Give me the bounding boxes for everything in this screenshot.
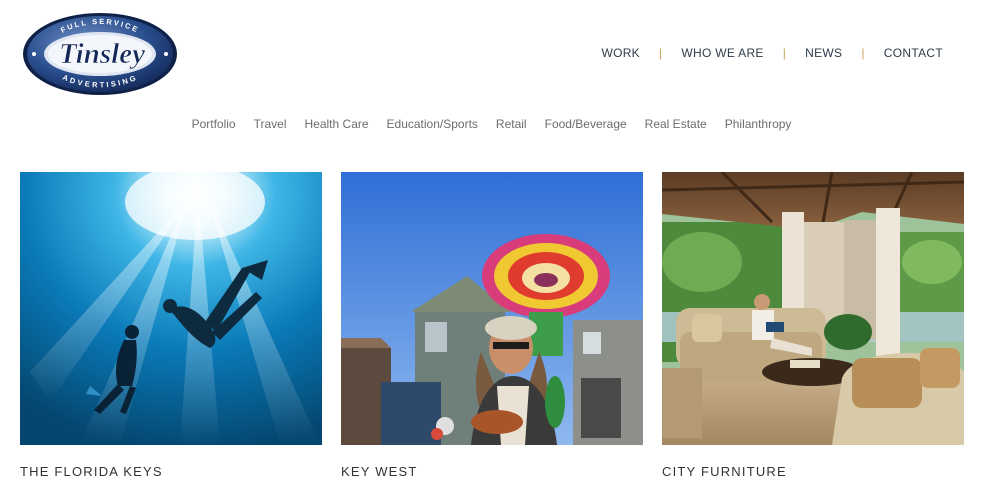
- logo-word: Tinsley: [59, 38, 145, 70]
- tile-caption[interactable]: KEY WEST: [341, 464, 643, 479]
- portfolio-tile[interactable]: KEY WEST: [341, 172, 643, 479]
- category-food-beverage[interactable]: Food/Beverage: [545, 117, 627, 131]
- logo-star-left: [32, 52, 36, 56]
- main-navigation: WORK | WHO WE ARE | NEWS | CONTACT: [601, 46, 943, 60]
- category-retail[interactable]: Retail: [496, 117, 527, 131]
- tile-caption[interactable]: THE FLORIDA KEYS: [20, 464, 322, 479]
- portfolio-tile[interactable]: THE FLORIDA KEYS: [20, 172, 322, 479]
- portfolio-tile[interactable]: CITY FURNITURE: [662, 172, 964, 479]
- nav-contact-link[interactable]: CONTACT: [884, 46, 943, 60]
- category-health-care[interactable]: Health Care: [305, 117, 369, 131]
- nav-separator: |: [782, 46, 787, 60]
- category-real-estate[interactable]: Real Estate: [645, 117, 707, 131]
- nav-work-link[interactable]: WORK: [601, 46, 640, 60]
- key-west-street-performer-photo[interactable]: [341, 172, 643, 445]
- patio-living-room-photo[interactable]: [662, 172, 964, 445]
- nav-separator: |: [658, 46, 663, 60]
- tile-caption[interactable]: CITY FURNITURE: [662, 464, 964, 479]
- category-filter: Portfolio Travel Health Care Education/S…: [0, 117, 983, 131]
- category-education-sports[interactable]: Education/Sports: [387, 117, 478, 131]
- logo-star-right: [164, 52, 168, 56]
- nav-who-we-are-link[interactable]: WHO WE ARE: [681, 46, 763, 60]
- nav-news-link[interactable]: NEWS: [805, 46, 842, 60]
- category-travel[interactable]: Travel: [254, 117, 287, 131]
- category-portfolio[interactable]: Portfolio: [192, 117, 236, 131]
- underwater-divers-photo[interactable]: [20, 172, 322, 445]
- tinsley-logo[interactable]: FULL SERVICE ADVERTISING Tinsley: [22, 12, 178, 96]
- nav-separator: |: [861, 46, 865, 60]
- category-philanthropy[interactable]: Philanthropy: [725, 117, 792, 131]
